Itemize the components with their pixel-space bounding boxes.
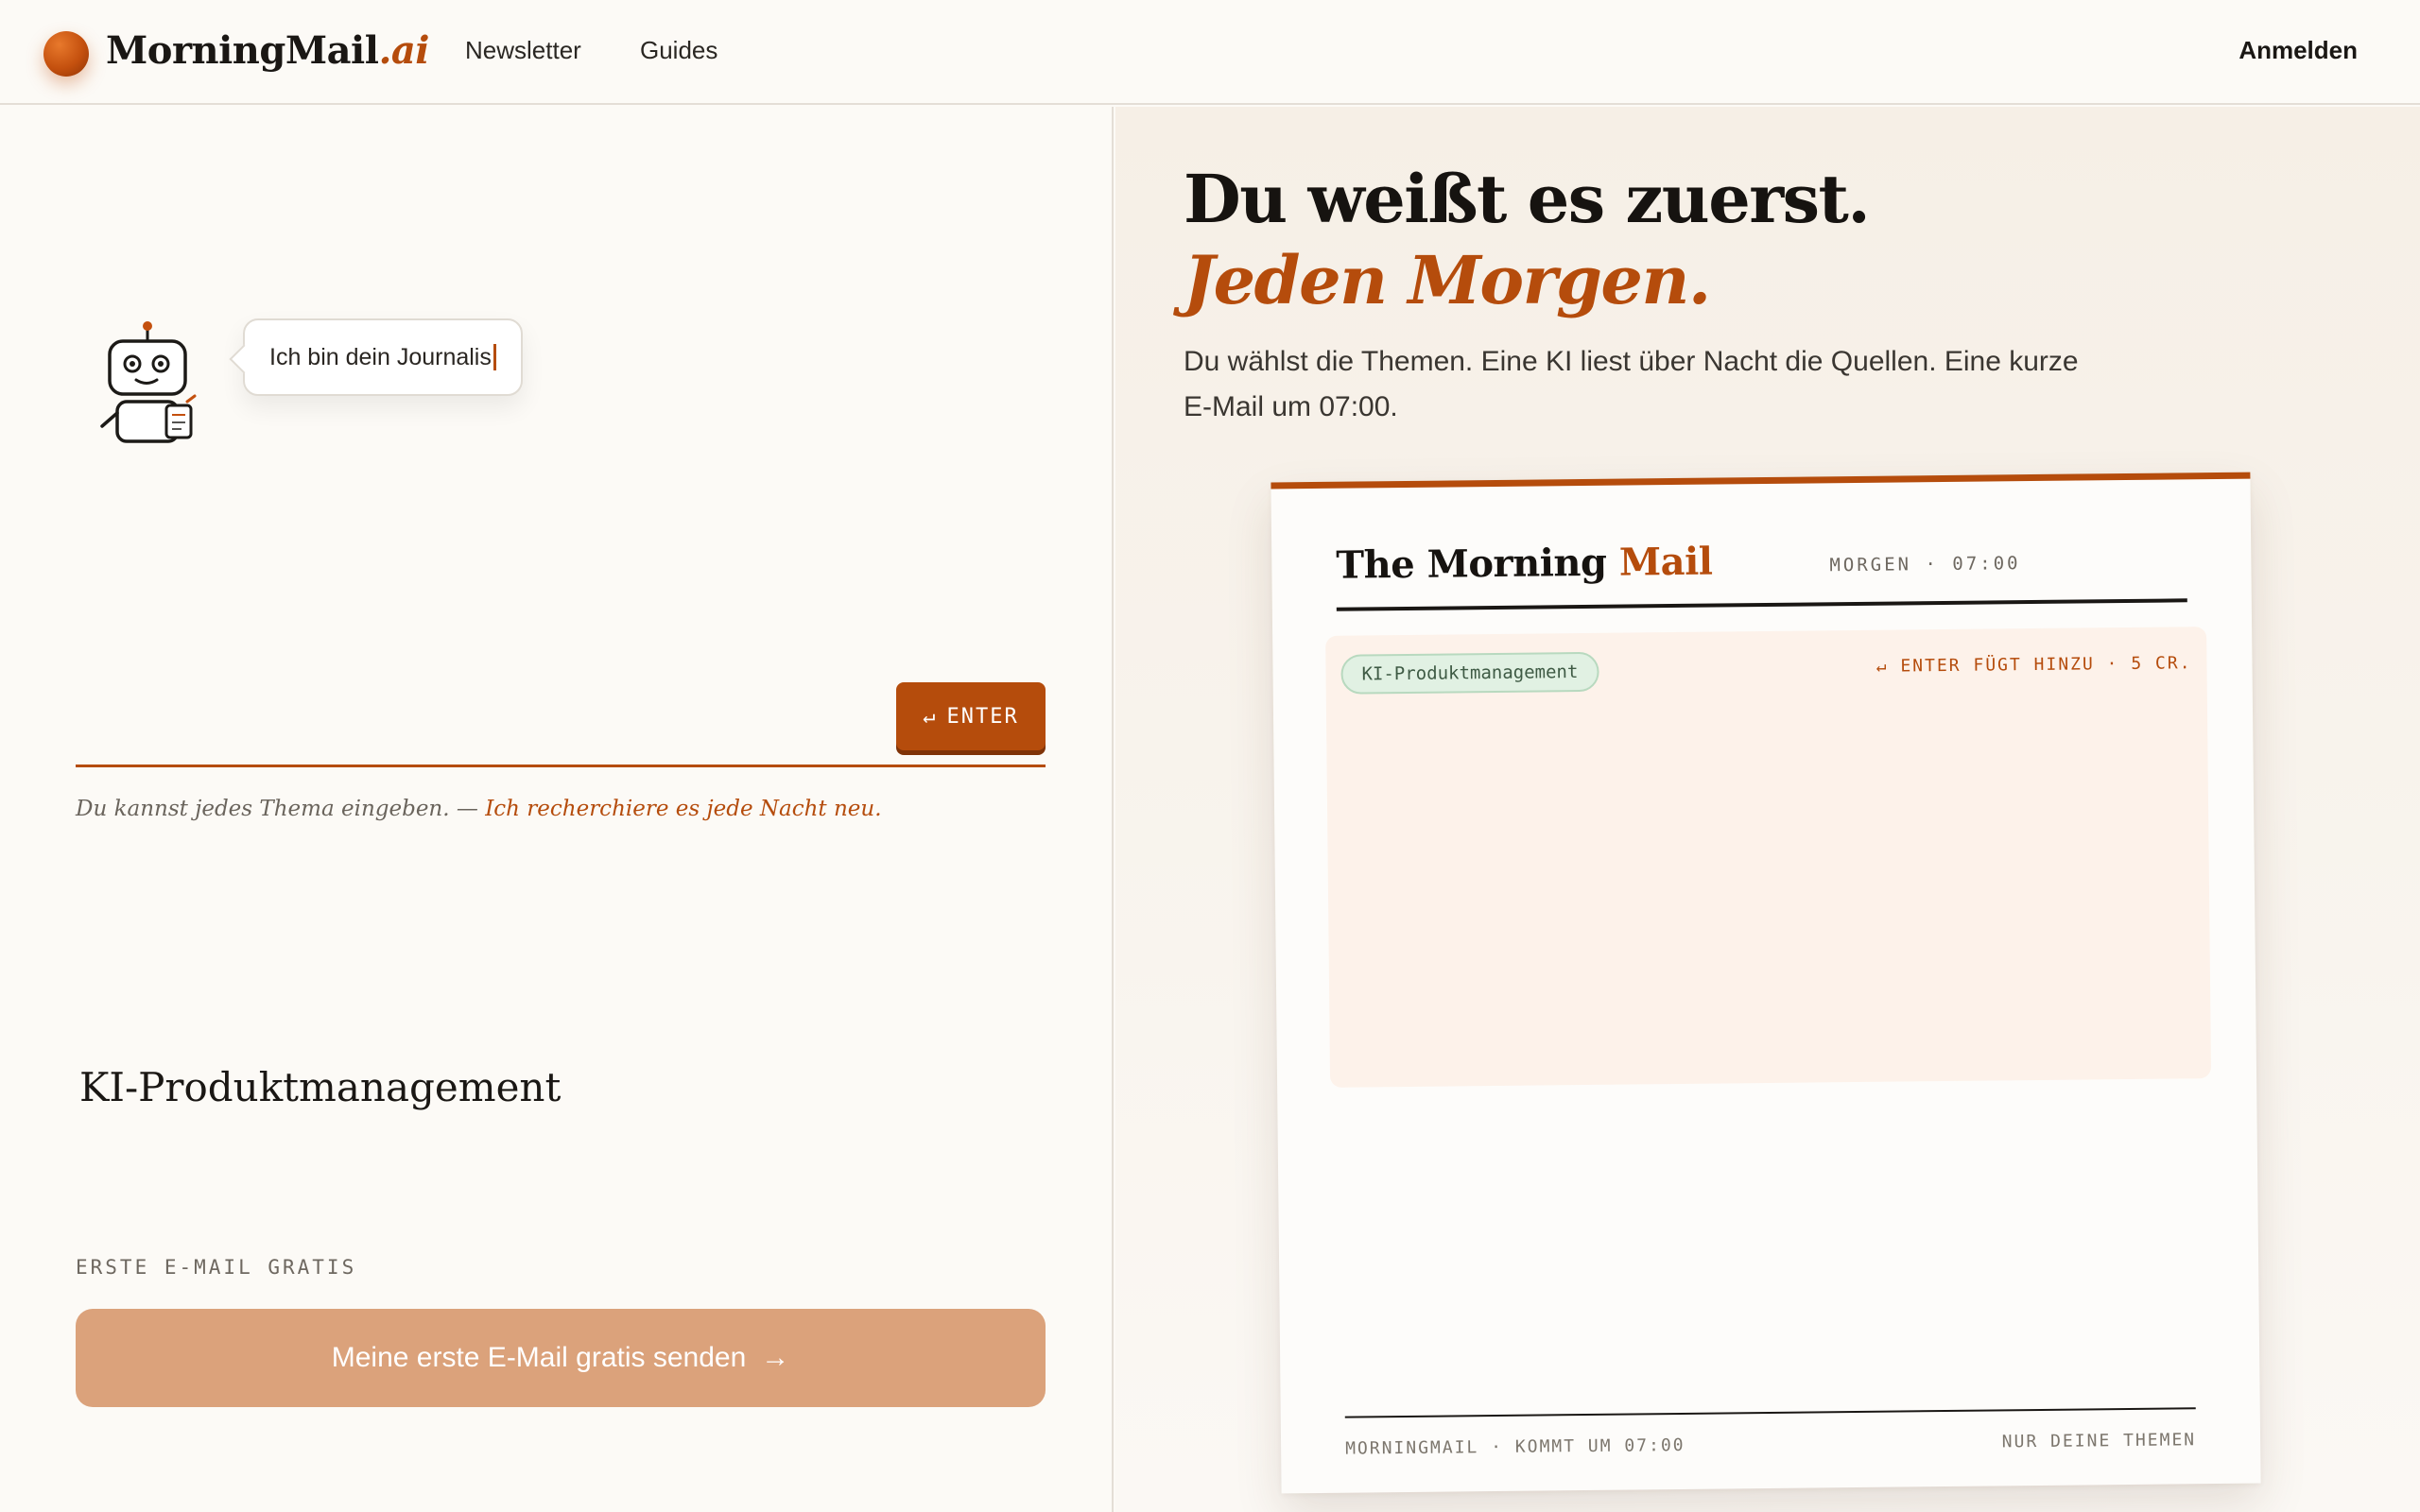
email-footer-right: NUR DEINE THEMEN <box>2001 1430 2197 1452</box>
nav-link-guides[interactable]: Guides <box>640 36 717 65</box>
email-masthead: The Morning Mail <box>1336 540 1713 588</box>
enter-return-icon: ↵ <box>923 704 938 729</box>
top-header: MorningMail.ai Newsletter Guides Anmelde… <box>0 0 2420 105</box>
hero-subtitle: Du wählst die Themen. Eine KI liest über… <box>1184 346 2079 422</box>
nav-link-newsletter[interactable]: Newsletter <box>465 36 581 65</box>
speech-bubble-text: Ich bin dein Journalis <box>269 343 492 370</box>
preview-panel: Du weißt es zuerst. Jeden Morgen. Du wäh… <box>1115 107 2420 1512</box>
arrow-right-icon: → <box>761 1342 790 1373</box>
enter-button-label: ENTER <box>946 704 1019 729</box>
send-button-label: Meine erste E-Mail gratis senden <box>331 1342 747 1373</box>
masthead-divider <box>1336 598 2187 611</box>
hero-headline: Du weißt es zuerst. <box>1184 160 1871 238</box>
logo-orb-icon[interactable] <box>43 31 89 77</box>
topic-input[interactable] <box>79 1051 892 1123</box>
hint-accent-text: Ich recherchiere es jede Nacht neu. <box>485 797 882 821</box>
footer-divider <box>1344 1407 2196 1418</box>
topic-hint: Du kannst jedes Thema eingeben. — Ich re… <box>76 797 882 821</box>
hint-text: Du kannst jedes Thema eingeben. — <box>76 797 486 821</box>
logo-suffix-text: .ai <box>378 28 429 73</box>
topic-input-panel: Ich bin dein Journalis ↵ ENTER Du kannst… <box>0 107 1114 1512</box>
logo-main-text: MorningMail <box>106 28 379 73</box>
masthead-main: The Morning <box>1336 540 1607 588</box>
email-footer-left: MORNINGMAIL · KOMMT UM 07:00 <box>1345 1435 1685 1459</box>
topic-add-hint: ↵ ENTER FÜGT HINZU · 5 CR. <box>1876 653 2192 677</box>
hero-headline-accent: Jeden Morgen. <box>1184 241 1711 319</box>
typing-caret <box>493 344 496 370</box>
free-email-label: ERSTE E-MAIL GRATIS <box>76 1256 357 1279</box>
robot-journalist-icon <box>100 321 197 443</box>
masthead-accent: Mail <box>1618 539 1713 585</box>
send-first-email-button[interactable]: Meine erste E-Mail gratis senden → <box>76 1309 1046 1407</box>
login-link[interactable]: Anmelden <box>2238 36 2358 65</box>
email-delivery-time: MORGEN · 07:00 <box>1829 553 2021 576</box>
topic-chip[interactable]: KI-Produktmanagement <box>1340 651 1599 695</box>
email-topics-area: KI-Produktmanagement ↵ ENTER FÜGT HINZU … <box>1325 627 2212 1088</box>
robot-speech-bubble: Ich bin dein Journalis <box>243 318 523 396</box>
enter-button[interactable]: ↵ ENTER <box>896 682 1046 750</box>
logo-wordmark[interactable]: MorningMail.ai <box>106 28 429 73</box>
email-preview-card: The Morning Mail MORGEN · 07:00 KI-Produ… <box>1270 472 2261 1494</box>
